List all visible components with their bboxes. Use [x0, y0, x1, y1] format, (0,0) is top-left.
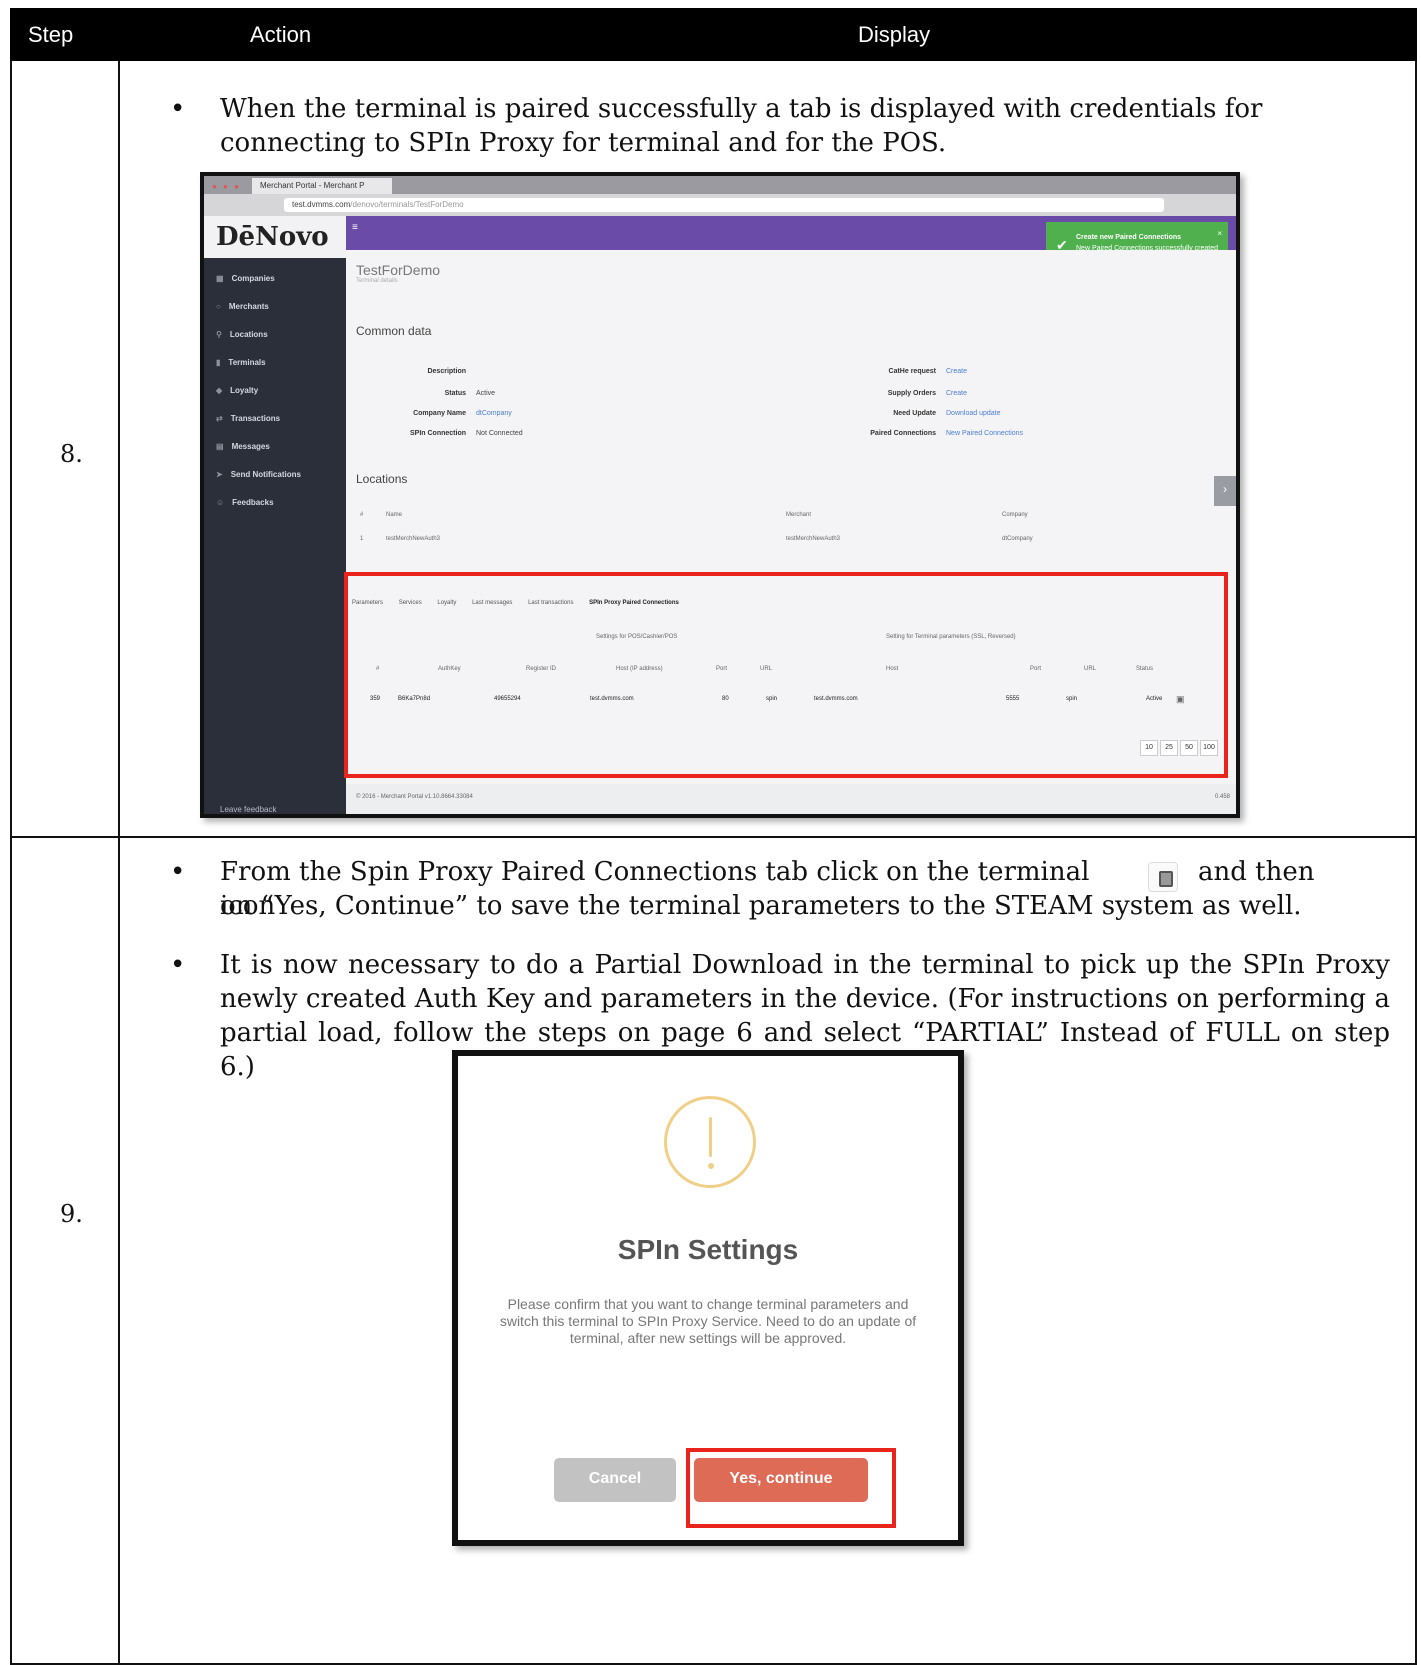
table-cell-link[interactable]: dtCompany	[1002, 536, 1033, 542]
field-value: Not Connected	[476, 430, 523, 437]
cancel-button[interactable]: Cancel	[554, 1458, 676, 1502]
step-number-8: 8.	[60, 440, 83, 468]
table-cell-link[interactable]: testMerchNewAuth3	[786, 536, 840, 542]
field-link[interactable]: Download update	[946, 410, 1001, 417]
warning-icon	[664, 1096, 756, 1188]
transactions-icon: ⇄	[216, 414, 223, 423]
bullet-icon: •	[170, 950, 186, 980]
sidebar-item-messages[interactable]: ▤ Messages	[216, 442, 270, 451]
browser-tab[interactable]: Merchant Portal - Merchant P	[252, 178, 392, 194]
field-label: SPIn Connection	[410, 430, 466, 437]
sidebar-item-loyalty[interactable]: ◆ Loyalty	[216, 386, 258, 395]
field-value: Active	[476, 390, 496, 397]
table-cell: 1	[360, 536, 364, 542]
header-display: Display	[858, 22, 931, 47]
dialog-title: SPIn Settings	[617, 1234, 799, 1265]
field-link[interactable]: New Paired Connections	[946, 430, 1023, 437]
column-header: #	[360, 512, 364, 518]
header-step: Step	[28, 22, 74, 47]
grid-icon: ▦	[216, 274, 224, 283]
field-label: Description	[427, 368, 466, 375]
field-link[interactable]: Create	[946, 368, 967, 375]
page-title: TestForDemo	[356, 262, 441, 278]
bullet-icon: •	[170, 857, 186, 887]
bullet-icon: •	[170, 94, 186, 124]
field-link[interactable]: Create	[946, 390, 967, 397]
field-label: Status	[444, 390, 466, 397]
window-controls-icon: ● ● ●	[212, 182, 241, 191]
section-common-data: Common data	[356, 324, 432, 338]
row-divider	[10, 836, 1417, 838]
send-icon: ➤	[216, 470, 223, 479]
menu-icon[interactable]: ≡	[352, 222, 358, 233]
header-action: Action	[250, 22, 312, 47]
sidebar-item-merchants[interactable]: ○ Merchants	[216, 302, 269, 311]
step-9-text-b: on “Yes, Continue” to save the terminal …	[220, 891, 1302, 921]
merchant-portal-screenshot: ● ● ● Merchant Portal - Merchant P test.…	[200, 172, 1240, 818]
company-link[interactable]: dtCompany	[476, 410, 512, 417]
section-locations: Locations	[356, 472, 408, 486]
leave-feedback-link[interactable]: Leave feedback	[220, 805, 277, 814]
page-subtitle: Terminal details	[356, 278, 398, 284]
table-header: Step Action Display	[10, 8, 1417, 61]
browser-chrome: ● ● ● Merchant Portal - Merchant P test.…	[204, 176, 1236, 216]
step-number-9: 9.	[60, 1200, 83, 1228]
sidebar-item-terminals[interactable]: ▮ Terminals	[216, 358, 266, 367]
close-icon[interactable]: ×	[1217, 228, 1222, 239]
highlight-box	[686, 1448, 896, 1528]
table-cell-link[interactable]: testMerchNewAuth3	[386, 536, 440, 542]
pin-icon: ⚲	[216, 330, 222, 339]
chevron-right-icon[interactable]: ›	[1214, 476, 1236, 506]
circle-icon: ○	[216, 302, 221, 311]
dialog-message: Please confirm that you want to change t…	[499, 1296, 917, 1346]
portal-footer: © 2016 - Merchant Portal v1.10.8664.3308…	[346, 784, 1236, 814]
sidebar-item-send-notifications[interactable]: ➤ Send Notifications	[216, 470, 301, 479]
feedback-icon: ☺	[216, 498, 225, 507]
column-header: Merchant	[786, 512, 812, 518]
field-label: Company Name	[413, 410, 466, 417]
url-bar[interactable]: test.dvmms.com/denovo/terminals/TestForD…	[284, 198, 1164, 212]
sidebar-item-transactions[interactable]: ⇄ Transactions	[216, 414, 280, 423]
messages-icon: ▤	[216, 442, 224, 451]
field-label: Need Update	[893, 410, 936, 417]
field-label: Paired Connections	[870, 430, 936, 437]
field-label: CatHe request	[888, 368, 936, 375]
column-header: Name	[386, 512, 403, 518]
step-9-text-b-start: and then	[1198, 857, 1315, 887]
loyalty-icon: ◆	[216, 386, 223, 395]
terminal-icon: ▮	[216, 358, 221, 367]
column-header: Company	[1002, 512, 1028, 518]
sidebar-item-feedbacks[interactable]: ☺ Feedbacks	[216, 498, 274, 507]
highlight-box	[344, 572, 1228, 778]
column-divider	[118, 61, 120, 1665]
field-label: Supply Orders	[887, 390, 936, 397]
sidebar-item-companies[interactable]: ▦ Companies	[216, 274, 275, 283]
terminal-icon	[1148, 862, 1178, 892]
sidebar-item-locations[interactable]: ⚲ Locations	[216, 330, 268, 339]
step-8-text: When the terminal is paired successfully…	[220, 94, 1263, 158]
sidebar: DēNovo ▦ Companies ○ Merchants ⚲ Locations …	[204, 216, 346, 814]
denovo-logo: DēNovo	[204, 216, 346, 258]
